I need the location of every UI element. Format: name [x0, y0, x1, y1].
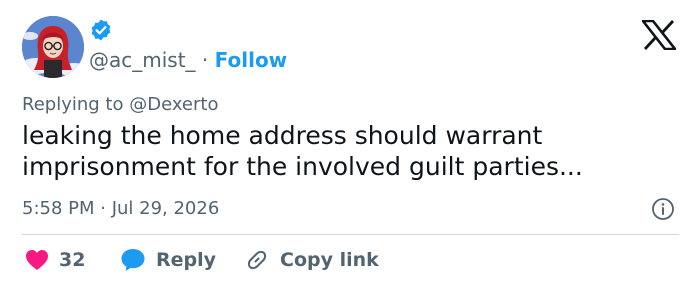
info-icon[interactable]	[651, 197, 675, 221]
link-icon	[247, 250, 267, 270]
replying-to-handle[interactable]: @Dexerto	[129, 94, 218, 115]
divider	[22, 234, 679, 235]
avatar[interactable]	[22, 16, 84, 78]
copy-link-label: Copy link	[280, 249, 379, 271]
replying-to-prefix: Replying to	[22, 94, 124, 115]
user-handle[interactable]: @ac_mist_	[89, 48, 196, 72]
reply-bubble-icon	[121, 249, 145, 271]
verified-badge-icon	[91, 19, 111, 41]
avatar-illustration	[22, 16, 84, 78]
reply-button[interactable]: Reply	[120, 246, 216, 274]
tweet-timestamp[interactable]: 5:58 PM · Jul 29, 2026	[22, 196, 219, 222]
separator: ·	[201, 48, 209, 72]
x-logo-icon[interactable]	[642, 20, 676, 50]
author-row: @ac_mist_ · Follow	[89, 48, 287, 72]
tweet-text-line: leaking the home address should warrant	[22, 121, 543, 150]
tweet-card: @ac_mist_ · Follow Replying to @Dexerto …	[0, 0, 700, 287]
follow-button[interactable]: Follow	[215, 48, 288, 72]
reply-label: Reply	[156, 249, 217, 271]
replying-to: Replying to @Dexerto	[22, 92, 218, 118]
like-button[interactable]: 32	[25, 246, 85, 274]
copy-link-button[interactable]: Copy link	[244, 246, 379, 274]
tweet-text: leaking the home address should warrant …	[22, 120, 662, 182]
like-count: 32	[59, 249, 86, 271]
tweet-text-line: imprisonment for the involved guilt part…	[22, 152, 583, 181]
heart-icon	[26, 250, 48, 270]
